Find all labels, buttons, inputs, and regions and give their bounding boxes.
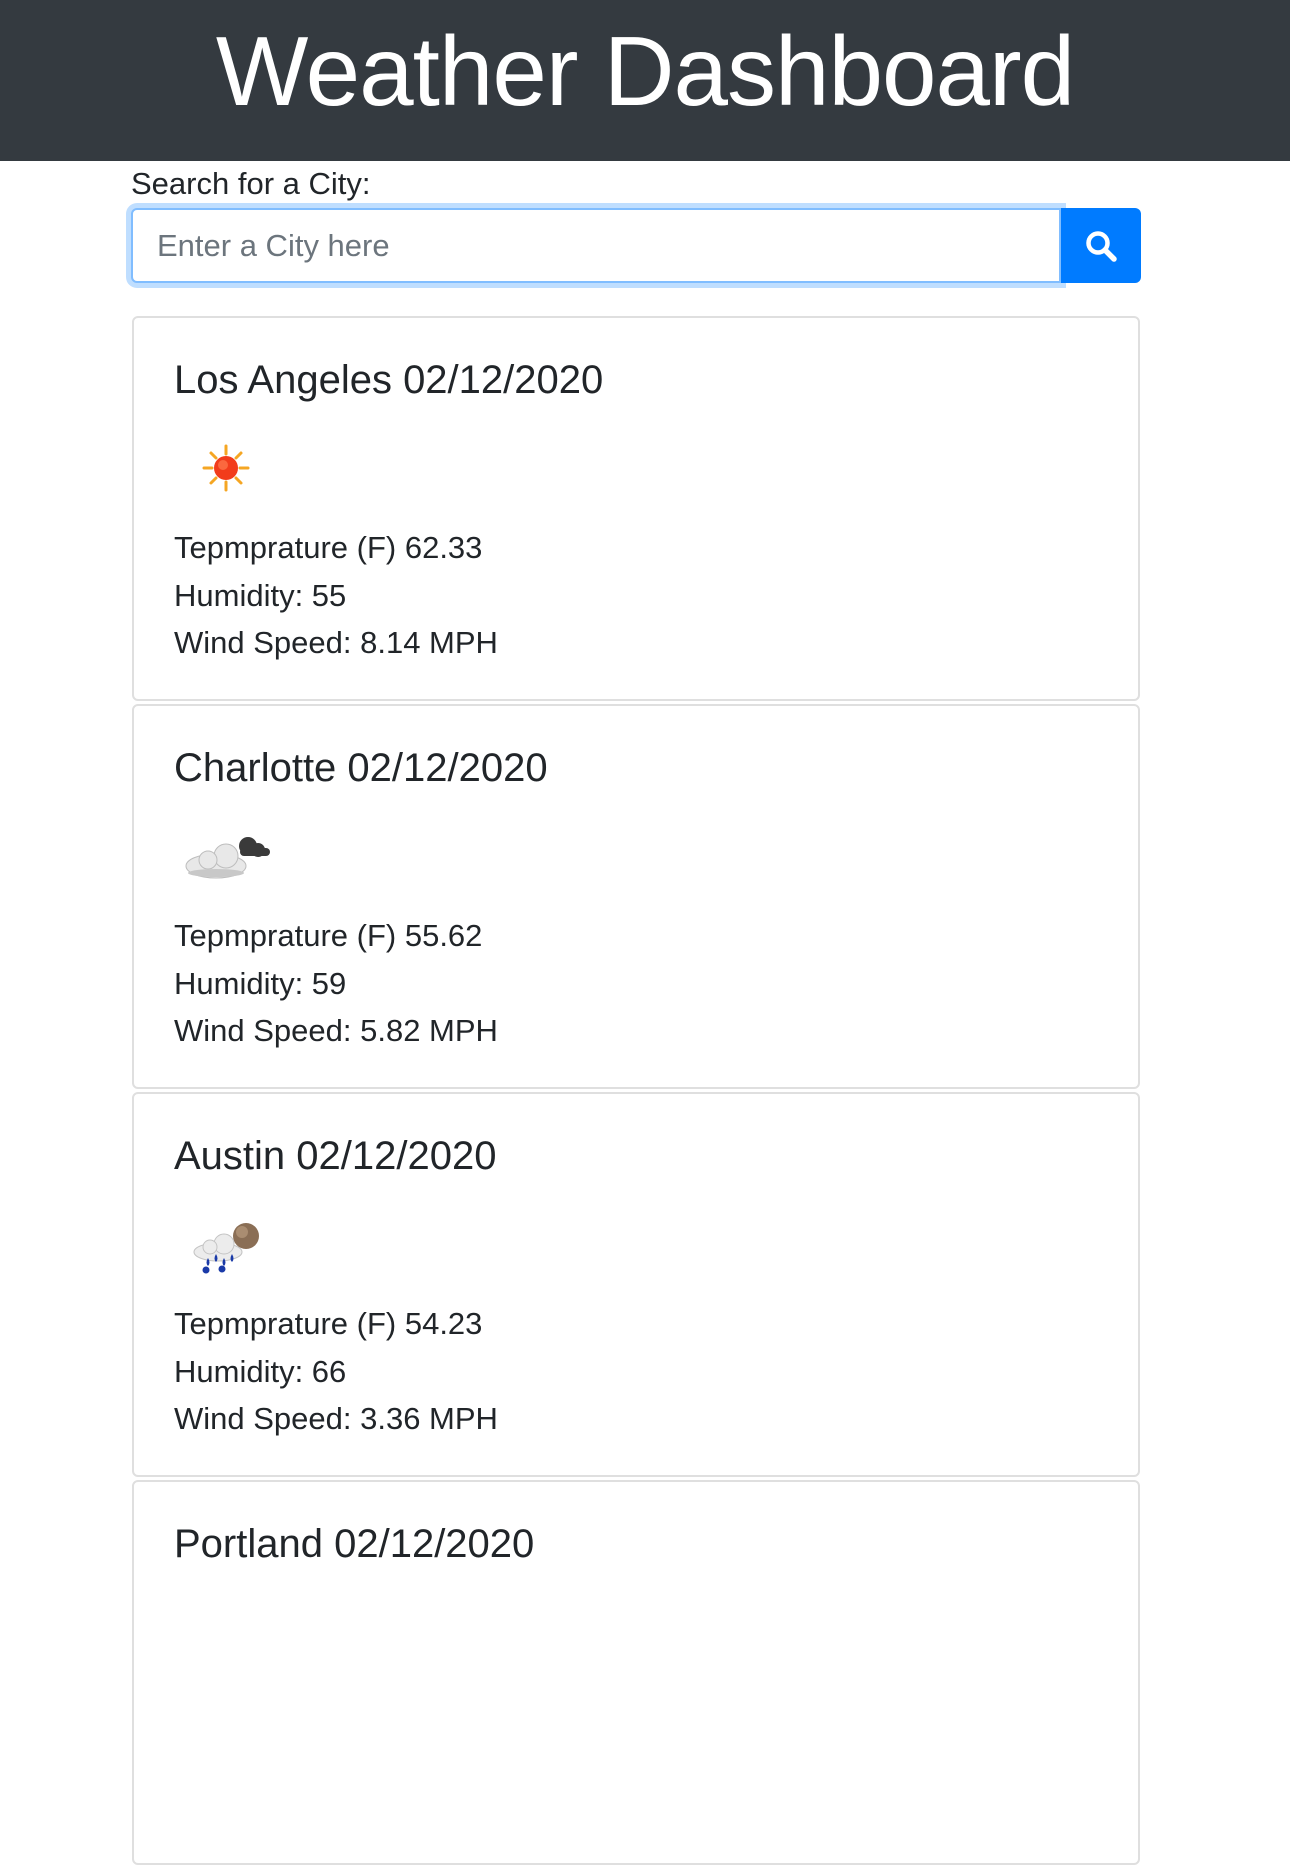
sun-icon xyxy=(202,444,250,492)
card-title: Austin 02/12/2020 xyxy=(174,1134,497,1178)
weather-card: Los Angeles 02/12/2020 Tepmprature (F) 6… xyxy=(132,316,1140,701)
card-title: Charlotte 02/12/2020 xyxy=(174,746,548,790)
search-label: Search for a City: xyxy=(131,166,371,201)
weather-card: Austin 02/12/2020 Tepmprature (F) 54.23 … xyxy=(132,1092,1140,1477)
search-button[interactable] xyxy=(1061,208,1141,283)
humidity-text: Humidity: 55 xyxy=(174,577,347,613)
temperature-text: Tepmprature (F) 62.33 xyxy=(174,530,483,565)
wind-speed-text: Wind Speed: 5.82 MPH xyxy=(174,1013,498,1048)
card-title: Portland 02/12/2020 xyxy=(174,1522,535,1566)
search-group xyxy=(131,208,1141,283)
weather-card: Charlotte 02/12/2020 Tepmprature (F) 55.… xyxy=(132,704,1140,1089)
page-header: Weather Dashboard xyxy=(0,0,1290,161)
cloudy-icon xyxy=(185,837,270,879)
temperature-text: Tepmprature (F) 55.62 xyxy=(174,918,483,953)
humidity-text: Humidity: 59 xyxy=(174,965,347,1001)
temperature-text: Tepmprature (F) 54.23 xyxy=(174,1306,483,1341)
page-title: Weather Dashboard xyxy=(215,16,1075,126)
wind-speed-text: Wind Speed: 8.14 MPH xyxy=(174,625,498,660)
rain-icon xyxy=(193,1223,259,1274)
humidity-text: Humidity: 66 xyxy=(174,1353,347,1389)
card-title: Los Angeles 02/12/2020 xyxy=(174,358,604,402)
weather-card: Portland 02/12/2020 xyxy=(132,1480,1140,1865)
search-icon xyxy=(1086,230,1117,262)
wind-speed-text: Wind Speed: 3.36 MPH xyxy=(174,1401,498,1436)
city-search-input[interactable] xyxy=(131,208,1061,283)
